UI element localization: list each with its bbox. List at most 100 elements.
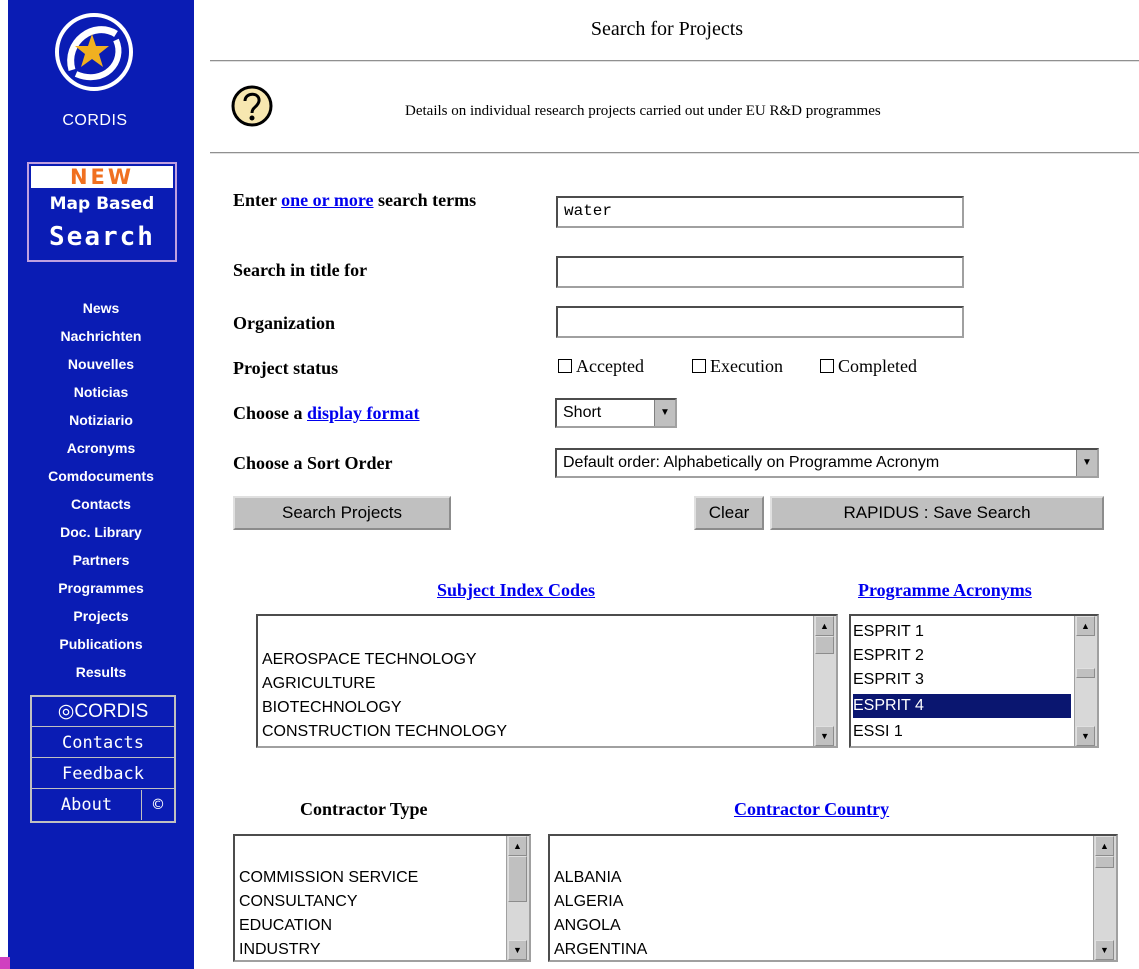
logo-text: CORDIS bbox=[62, 112, 128, 129]
contractor-country-heading[interactable]: Contractor Country bbox=[734, 799, 889, 820]
dropdown-arrow-icon[interactable]: ▼ bbox=[1076, 450, 1097, 476]
clear-button[interactable]: Clear bbox=[694, 496, 764, 530]
nav-news[interactable]: News bbox=[8, 294, 194, 322]
scroll-up-icon[interactable]: ▲ bbox=[1095, 836, 1114, 856]
programme-acronyms-heading[interactable]: Programme Acronyms bbox=[858, 580, 1032, 601]
search-terms-label-suffix: search terms bbox=[377, 190, 477, 210]
page-description: Details on individual research projects … bbox=[405, 103, 881, 119]
accepted-checkbox-box[interactable] bbox=[558, 359, 572, 374]
nav-contacts[interactable]: Contacts bbox=[8, 490, 194, 518]
list-item-selected[interactable]: ESPRIT 4 bbox=[853, 694, 1071, 718]
display-format-label: Choose a display format bbox=[233, 403, 420, 424]
status-execution-checkbox[interactable]: Execution bbox=[692, 356, 783, 377]
about-link[interactable]: About bbox=[32, 790, 142, 820]
list-item[interactable]: ESPRIT 1 bbox=[853, 620, 1073, 644]
contacts-link[interactable]: Contacts bbox=[32, 728, 174, 758]
status-accepted-checkbox[interactable]: Accepted bbox=[558, 356, 644, 377]
nav-comdocuments[interactable]: Comdocuments bbox=[8, 462, 194, 490]
nav-partners[interactable]: Partners bbox=[8, 546, 194, 574]
status-completed-checkbox[interactable]: Completed bbox=[820, 356, 917, 377]
nav-results[interactable]: Results bbox=[8, 658, 194, 686]
programme-acronyms-list[interactable]: ESPRIT 1 ESPRIT 2 ESPRIT 3 ESPRIT 4 ESSI… bbox=[849, 614, 1099, 748]
subject-scrollbar[interactable]: ▲ ▼ bbox=[813, 616, 836, 746]
title-search-label: Search in title for bbox=[233, 260, 368, 280]
cordis-small-icon: ◎ bbox=[57, 701, 75, 722]
accepted-label: Accepted bbox=[576, 356, 644, 376]
scroll-down-icon[interactable]: ▼ bbox=[1076, 726, 1095, 746]
subject-index-heading[interactable]: Subject Index Codes bbox=[437, 580, 595, 601]
scroll-up-icon[interactable]: ▲ bbox=[508, 836, 527, 856]
scroll-thumb[interactable] bbox=[815, 636, 834, 654]
display-format-select[interactable]: Short ▼ bbox=[555, 398, 677, 428]
list-item[interactable]: ESPRIT 3 bbox=[853, 668, 1073, 692]
list-item[interactable]: AEROSPACE TECHNOLOGY bbox=[262, 648, 477, 672]
list-item[interactable]: ALGERIA bbox=[554, 890, 623, 914]
execution-checkbox-box[interactable] bbox=[692, 359, 706, 374]
list-item[interactable]: COMMISSION SERVICE bbox=[239, 866, 418, 890]
completed-checkbox-box[interactable] bbox=[820, 359, 834, 374]
nav-nachrichten[interactable]: Nachrichten bbox=[8, 322, 194, 350]
search-terms-input[interactable]: water bbox=[556, 196, 964, 228]
scroll-down-icon[interactable]: ▼ bbox=[508, 940, 527, 960]
nav-doc-library[interactable]: Doc. Library bbox=[8, 518, 194, 546]
one-or-more-link[interactable]: one or more bbox=[281, 190, 373, 210]
nav-nouvelles[interactable]: Nouvelles bbox=[8, 350, 194, 378]
list-item[interactable]: ANGOLA bbox=[554, 914, 621, 938]
list-item[interactable]: AGRICULTURE bbox=[262, 672, 376, 696]
nav-acronyms[interactable]: Acronyms bbox=[8, 434, 194, 462]
contractor-type-scrollbar[interactable]: ▲ ▼ bbox=[506, 836, 529, 960]
sort-order-select[interactable]: Default order: Alphabetically on Program… bbox=[555, 448, 1099, 478]
cordis-home-link[interactable]: ◎CORDIS bbox=[32, 697, 174, 727]
list-item[interactable]: BIOTECHNOLOGY bbox=[262, 696, 402, 720]
cordis-links-box: ◎CORDIS Contacts Feedback About © bbox=[30, 695, 176, 823]
display-format-link[interactable]: display format bbox=[307, 403, 420, 423]
new-label: NEW bbox=[31, 166, 173, 188]
dropdown-arrow-icon[interactable]: ▼ bbox=[654, 400, 675, 426]
scroll-thumb[interactable] bbox=[508, 856, 527, 902]
programme-scrollbar[interactable]: ▲ ▼ bbox=[1074, 616, 1097, 746]
copyright-link[interactable]: © bbox=[142, 790, 174, 820]
display-format-label-prefix: Choose a bbox=[233, 403, 303, 423]
save-search-button[interactable]: RAPIDUS : Save Search bbox=[770, 496, 1104, 530]
list-item[interactable]: EDUCATION bbox=[239, 914, 332, 938]
nav-programmes[interactable]: Programmes bbox=[8, 574, 194, 602]
list-item[interactable]: ALBANIA bbox=[554, 866, 622, 890]
subject-index-list[interactable]: AEROSPACE TECHNOLOGY AGRICULTURE BIOTECH… bbox=[256, 614, 838, 748]
organization-input[interactable] bbox=[556, 306, 964, 338]
search-terms-label-prefix: Enter bbox=[233, 190, 277, 210]
scroll-down-icon[interactable]: ▼ bbox=[1095, 940, 1114, 960]
nav-notiziario[interactable]: Notiziario bbox=[8, 406, 194, 434]
nav-publications[interactable]: Publications bbox=[8, 630, 194, 658]
nav-noticias[interactable]: Noticias bbox=[8, 378, 194, 406]
sort-order-label: Choose a Sort Order bbox=[233, 453, 393, 473]
scroll-down-icon[interactable]: ▼ bbox=[815, 726, 834, 746]
list-item[interactable]: ESPRIT 2 bbox=[853, 644, 1073, 668]
nav-projects[interactable]: Projects bbox=[8, 602, 194, 630]
cordis-home-label: CORDIS bbox=[74, 701, 149, 722]
list-item[interactable]: INDUSTRY bbox=[239, 938, 321, 960]
scroll-thumb[interactable] bbox=[1095, 856, 1114, 868]
help-icon[interactable] bbox=[230, 84, 274, 128]
scroll-up-icon[interactable]: ▲ bbox=[815, 616, 834, 636]
search-terms-label: Enter one or more search terms bbox=[233, 187, 523, 213]
page-title: Search for Projects bbox=[590, 18, 744, 40]
search-projects-button[interactable]: Search Projects bbox=[233, 496, 451, 530]
contractor-type-list[interactable]: COMMISSION SERVICE CONSULTANCY EDUCATION… bbox=[233, 834, 531, 962]
map-based-search-banner[interactable]: NEW Map Based Search bbox=[27, 162, 177, 262]
feedback-link[interactable]: Feedback bbox=[32, 759, 174, 789]
scroll-thumb[interactable] bbox=[1076, 668, 1095, 678]
contractor-country-scrollbar[interactable]: ▲ ▼ bbox=[1093, 836, 1116, 960]
list-item[interactable]: CONSULTANCY bbox=[239, 890, 358, 914]
title-search-input[interactable] bbox=[556, 256, 964, 288]
display-format-value: Short bbox=[563, 404, 602, 421]
list-item[interactable]: ESSI 1 bbox=[853, 720, 1073, 744]
header-divider-bottom bbox=[210, 152, 1139, 154]
scroll-up-icon[interactable]: ▲ bbox=[1076, 616, 1095, 636]
project-status-label: Project status bbox=[233, 358, 339, 378]
list-item[interactable]: CONSTRUCTION TECHNOLOGY bbox=[262, 720, 507, 744]
list-item[interactable]: ARGENTINA bbox=[554, 938, 647, 960]
cordis-logo-icon[interactable] bbox=[54, 12, 134, 92]
header-divider-top bbox=[210, 60, 1139, 62]
contractor-country-list[interactable]: ALBANIA ALGERIA ANGOLA ARGENTINA ▲ ▼ bbox=[548, 834, 1118, 962]
decorative-marker bbox=[0, 957, 10, 969]
